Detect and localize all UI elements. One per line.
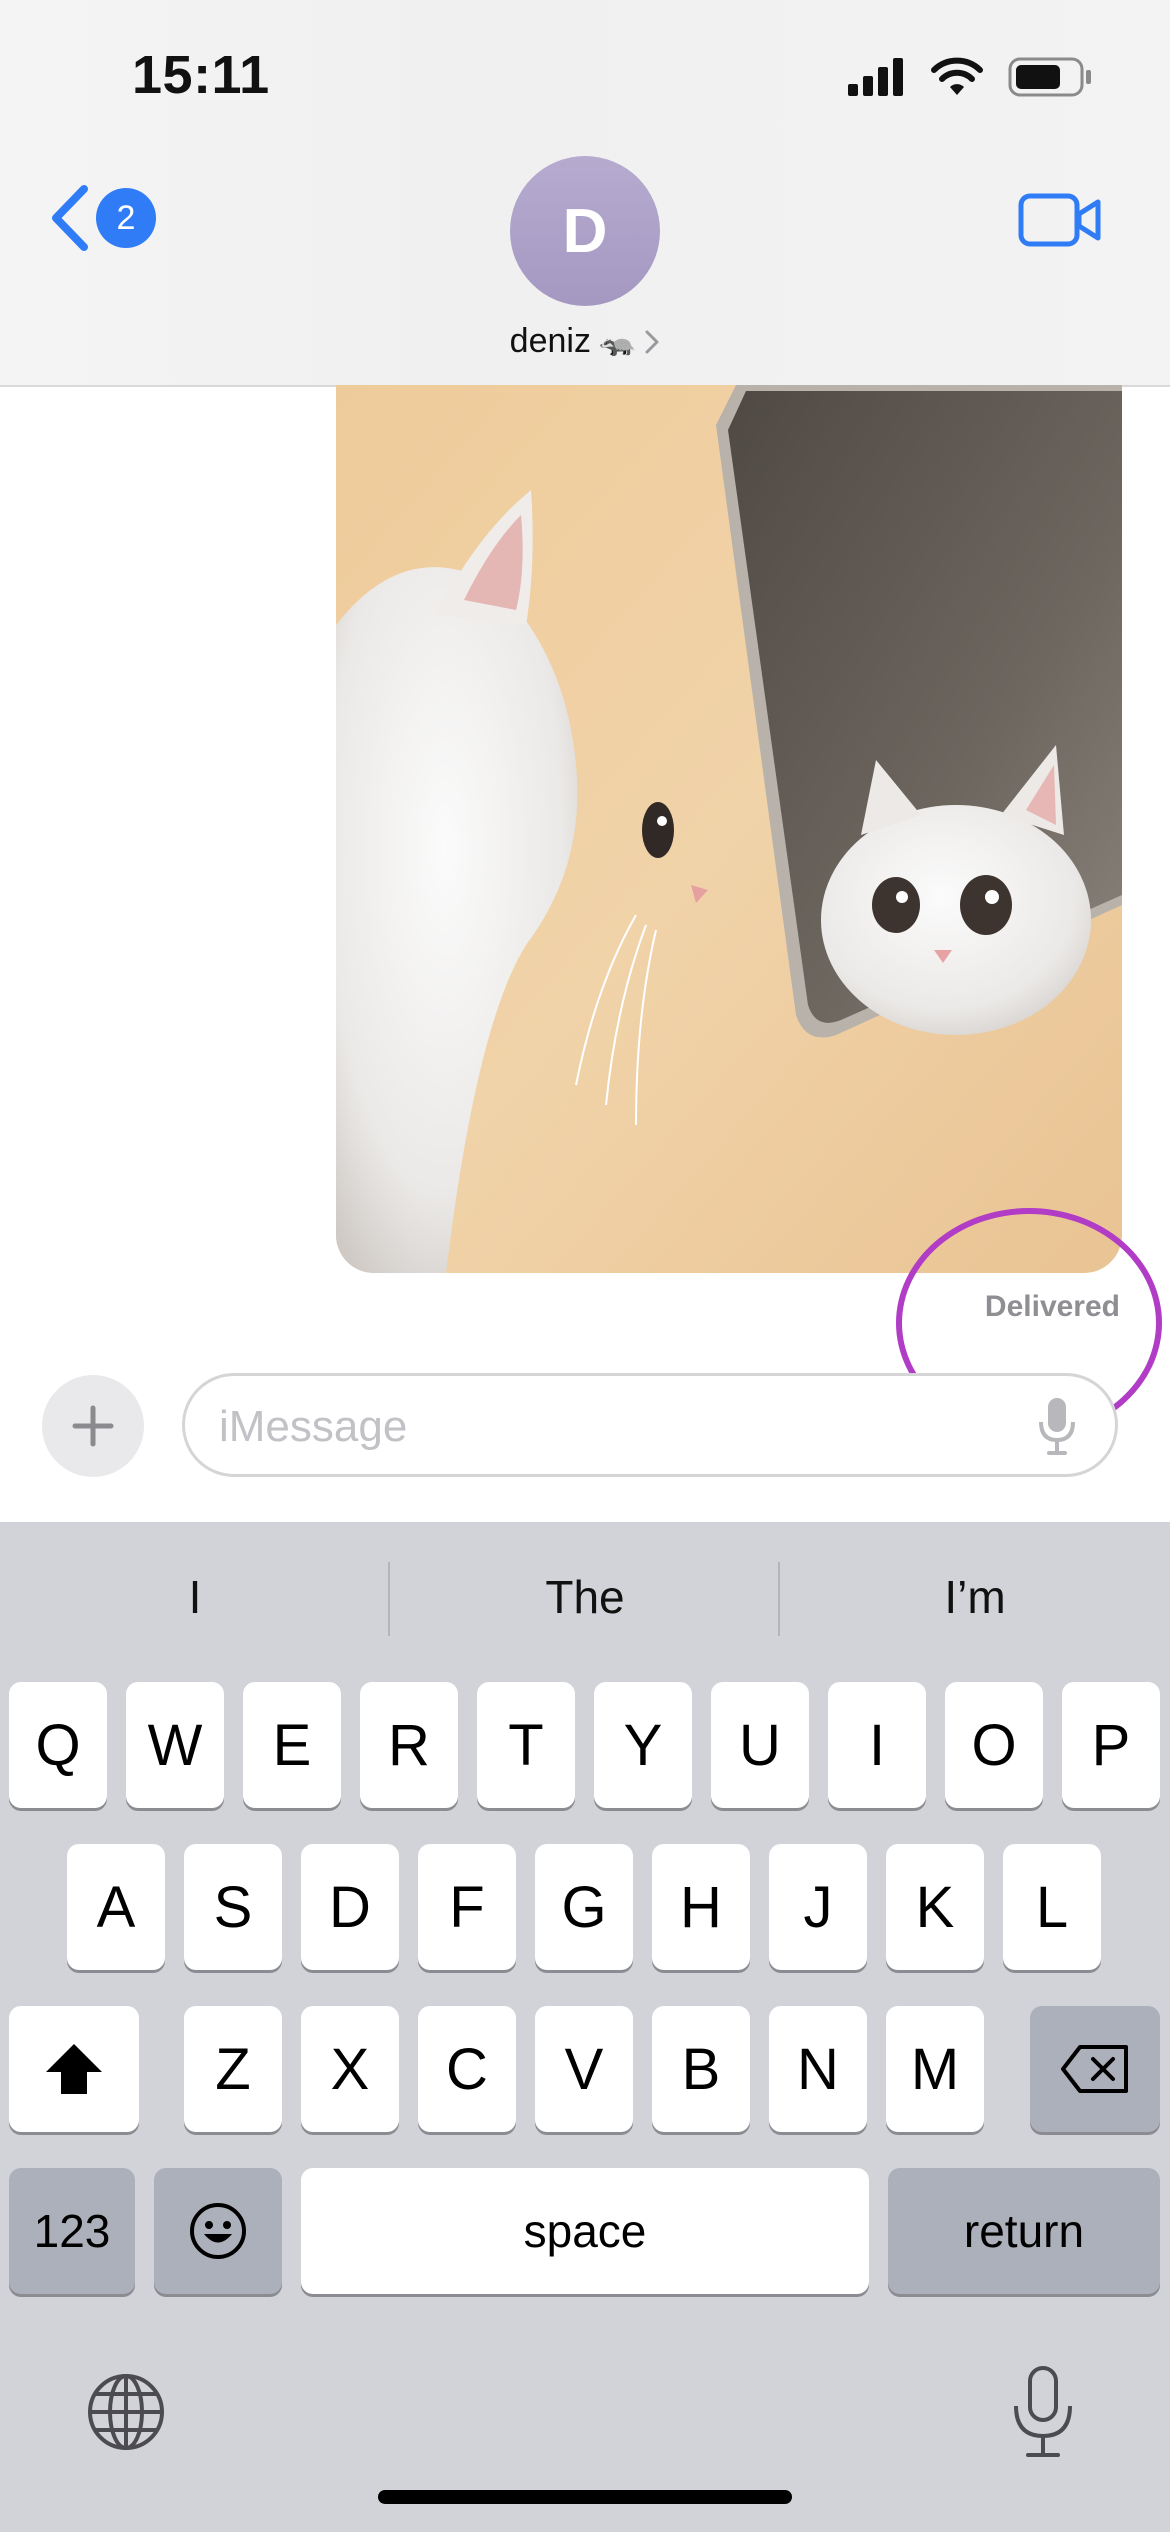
emoji-key[interactable] bbox=[154, 2168, 282, 2294]
key-g[interactable]: G bbox=[535, 1844, 633, 1970]
key-m[interactable]: M bbox=[886, 2006, 984, 2132]
chevron-right-icon bbox=[645, 330, 659, 353]
suggestion-2[interactable]: The bbox=[390, 1570, 780, 1624]
conversation-header: 15:11 2 D deniz 🦡 bbox=[0, 0, 1170, 387]
home-indicator bbox=[378, 2490, 792, 2504]
backspace-icon bbox=[1061, 2045, 1128, 2093]
key-u[interactable]: U bbox=[711, 1682, 809, 1808]
back-button[interactable]: 2 bbox=[48, 185, 156, 251]
contact-name-row[interactable]: deniz 🦡 bbox=[0, 322, 1170, 361]
space-key[interactable]: space bbox=[301, 2168, 869, 2294]
keyboard-dictation-mic-icon[interactable] bbox=[1008, 2364, 1078, 2460]
key-e[interactable]: E bbox=[243, 1682, 341, 1808]
key-t[interactable]: T bbox=[477, 1682, 575, 1808]
suggestion-3[interactable]: I’m bbox=[780, 1570, 1170, 1624]
key-v[interactable]: V bbox=[535, 2006, 633, 2132]
message-input-placeholder: iMessage bbox=[219, 1402, 408, 1451]
shift-arrow-icon bbox=[46, 2044, 102, 2094]
sent-photo-message[interactable] bbox=[336, 385, 1122, 1273]
numbers-key[interactable]: 123 bbox=[9, 2168, 135, 2294]
apps-plus-button[interactable] bbox=[42, 1375, 144, 1477]
key-k[interactable]: K bbox=[886, 1844, 984, 1970]
suggestion-1[interactable]: I bbox=[0, 1570, 390, 1624]
video-camera-icon bbox=[1018, 193, 1101, 247]
message-input[interactable]: iMessage bbox=[182, 1373, 1118, 1477]
chevron-left-icon bbox=[52, 185, 88, 251]
keyboard: I The I’m Q W E R T Y U I O P A S D F G … bbox=[0, 1522, 1170, 2532]
battery-icon bbox=[1008, 57, 1091, 97]
key-o[interactable]: O bbox=[945, 1682, 1043, 1808]
facetime-video-button[interactable] bbox=[1018, 192, 1102, 253]
shift-key[interactable] bbox=[9, 2006, 139, 2132]
return-key[interactable]: return bbox=[888, 2168, 1160, 2294]
status-time: 15:11 bbox=[132, 45, 270, 105]
cellular-signal-icon bbox=[848, 58, 903, 96]
key-r[interactable]: R bbox=[360, 1682, 458, 1808]
key-z[interactable]: Z bbox=[184, 2006, 282, 2132]
plus-icon bbox=[72, 1405, 114, 1447]
key-h[interactable]: H bbox=[652, 1844, 750, 1970]
contact-name: deniz bbox=[509, 322, 591, 360]
key-l[interactable]: L bbox=[1003, 1844, 1101, 1970]
wifi-icon bbox=[931, 57, 983, 95]
key-f[interactable]: F bbox=[418, 1844, 516, 1970]
key-j[interactable]: J bbox=[769, 1844, 867, 1970]
key-n[interactable]: N bbox=[769, 2006, 867, 2132]
key-c[interactable]: C bbox=[418, 2006, 516, 2132]
key-y[interactable]: Y bbox=[594, 1682, 692, 1808]
key-x[interactable]: X bbox=[301, 2006, 399, 2132]
key-p[interactable]: P bbox=[1062, 1682, 1160, 1808]
dictation-mic-icon[interactable] bbox=[1037, 1396, 1077, 1456]
key-b[interactable]: B bbox=[652, 2006, 750, 2132]
delete-key[interactable] bbox=[1030, 2006, 1160, 2132]
contact-avatar[interactable]: D bbox=[510, 156, 660, 306]
key-w[interactable]: W bbox=[126, 1682, 224, 1808]
status-icons bbox=[848, 52, 1092, 102]
contact-emoji: 🦡 bbox=[598, 325, 637, 358]
unread-count-badge: 2 bbox=[96, 188, 156, 248]
emoji-smiley-icon bbox=[190, 2203, 246, 2259]
key-a[interactable]: A bbox=[67, 1844, 165, 1970]
key-i[interactable]: I bbox=[828, 1682, 926, 1808]
globe-icon[interactable] bbox=[84, 2370, 168, 2454]
key-q[interactable]: Q bbox=[9, 1682, 107, 1808]
key-d[interactable]: D bbox=[301, 1844, 399, 1970]
cat-mirror-photo bbox=[336, 385, 1122, 1273]
key-s[interactable]: S bbox=[184, 1844, 282, 1970]
